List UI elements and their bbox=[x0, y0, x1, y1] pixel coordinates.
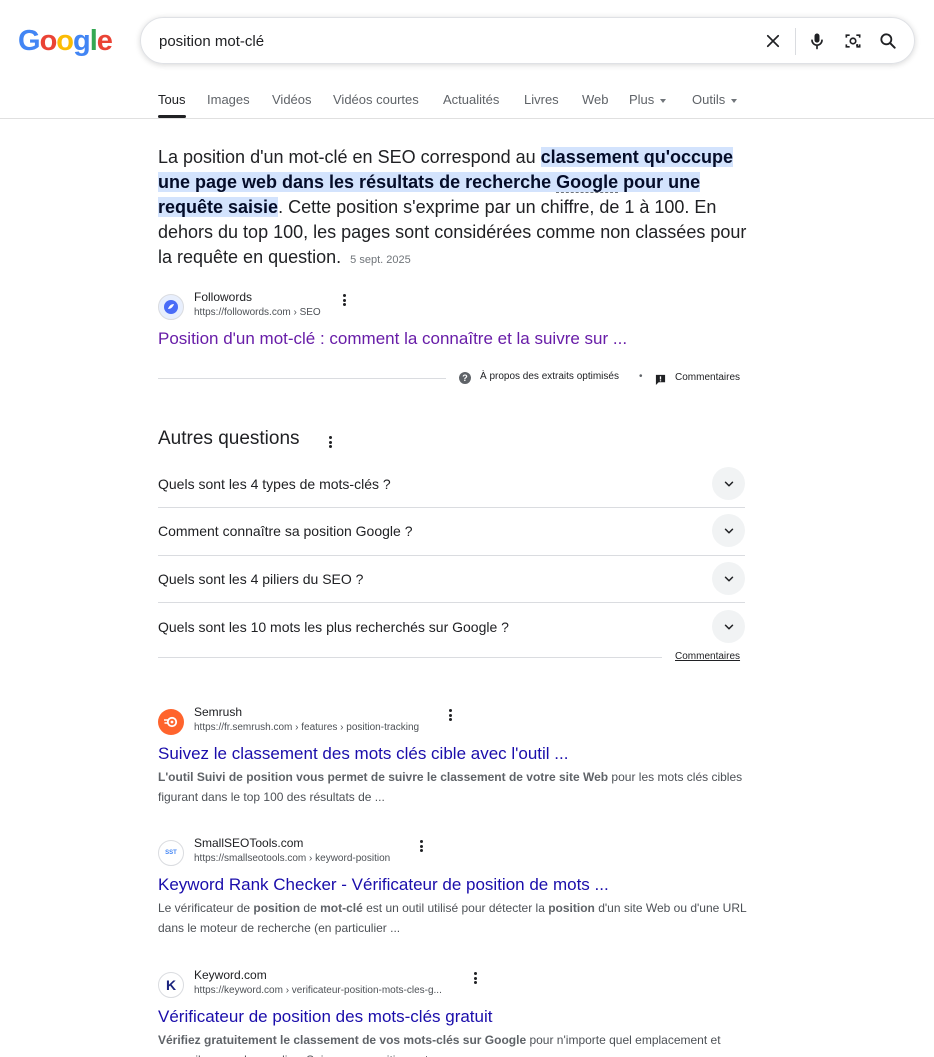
desc-bold: Vérifiez gratuitement le classement de v… bbox=[158, 1033, 527, 1047]
paa-question-text: Quels sont les 10 mots les plus recherch… bbox=[158, 619, 509, 635]
about-snippets-link[interactable]: À propos des extraits optimisés bbox=[480, 371, 619, 382]
tab-plus-label: Plus bbox=[629, 92, 655, 107]
more-options-icon[interactable] bbox=[469, 970, 481, 986]
chevron-down-icon[interactable] bbox=[712, 514, 745, 547]
tab-livres[interactable]: Livres bbox=[524, 92, 559, 107]
paa-title: Autres questions bbox=[158, 428, 332, 450]
more-options-icon[interactable] bbox=[324, 434, 336, 450]
semrush-favicon bbox=[158, 709, 184, 735]
chevron-down-icon[interactable] bbox=[712, 467, 745, 500]
search-input[interactable] bbox=[159, 30, 739, 52]
tab-web[interactable]: Web bbox=[582, 92, 609, 107]
search-result: Semrush https://fr.semrush.com › feature… bbox=[158, 705, 748, 810]
favicon-text: SST bbox=[165, 850, 177, 856]
lens-camera-icon[interactable] bbox=[841, 29, 865, 53]
source-name[interactable]: Followords bbox=[194, 290, 252, 304]
logo-letter: o bbox=[39, 25, 58, 57]
search-box bbox=[140, 17, 915, 64]
paa-question-text: Comment connaître sa position Google ? bbox=[158, 523, 413, 539]
paa-question[interactable]: Comment connaître sa position Google ? bbox=[158, 507, 745, 554]
paa-footer-divider bbox=[158, 657, 662, 658]
featured-result-title[interactable]: Position d'un mot-clé : comment la conna… bbox=[158, 329, 627, 349]
google-logo[interactable]: Google bbox=[18, 25, 113, 58]
tab-outils[interactable]: Outils bbox=[692, 92, 738, 107]
featured-source: Followords https://followords.com › SEO … bbox=[158, 290, 748, 350]
more-options-icon[interactable] bbox=[444, 707, 456, 723]
feedback-link[interactable]: Commentaires bbox=[675, 372, 740, 383]
desc-bold: position bbox=[548, 901, 595, 915]
favicon-text: K bbox=[165, 977, 177, 993]
caret-down-icon bbox=[731, 98, 738, 103]
source-url[interactable]: https://fr.semrush.com › features › posi… bbox=[194, 722, 419, 733]
paa-question[interactable]: Quels sont les 4 types de mots-clés ? bbox=[158, 460, 745, 507]
tab-actualites[interactable]: Actualités bbox=[443, 92, 499, 107]
logo-letter: G bbox=[18, 25, 41, 57]
help-icon[interactable]: ? bbox=[459, 372, 471, 384]
desc-bold: mot-clé bbox=[320, 901, 363, 915]
result-title[interactable]: Vérificateur de position des mots-clés g… bbox=[158, 1007, 493, 1027]
caret-down-icon bbox=[660, 98, 667, 103]
snippet-date: 5 sept. 2025 bbox=[350, 254, 411, 266]
result-description: L'outil Suivi de position vous permet de… bbox=[158, 767, 748, 807]
keyword-com-favicon: K bbox=[158, 972, 184, 998]
result-title[interactable]: Suivez le classement des mots clés cible… bbox=[158, 744, 568, 764]
source-url[interactable]: https://keyword.com › verificateur-posit… bbox=[194, 985, 442, 996]
search-result: K Keyword.com https://keyword.com › veri… bbox=[158, 968, 748, 1057]
tab-tous[interactable]: Tous bbox=[158, 92, 185, 107]
search-icon[interactable] bbox=[876, 29, 900, 53]
separator-dot: • bbox=[639, 371, 643, 382]
logo-letter: o bbox=[56, 25, 74, 57]
close-icon[interactable] bbox=[761, 29, 785, 53]
logo-letter: g bbox=[73, 25, 91, 57]
chevron-down-icon[interactable] bbox=[712, 562, 745, 595]
desc-text: est un outil utilisé pour détecter la bbox=[362, 901, 549, 915]
highlight-link[interactable]: Google bbox=[556, 172, 619, 193]
source-name[interactable]: Semrush bbox=[194, 705, 242, 719]
result-title[interactable]: Keyword Rank Checker - Vérificateur de p… bbox=[158, 875, 609, 895]
logo-letter: e bbox=[96, 25, 113, 57]
paa-question[interactable]: Quels sont les 4 piliers du SEO ? bbox=[158, 555, 745, 602]
desc-text: Le vérificateur de bbox=[158, 901, 254, 915]
search-divider bbox=[795, 28, 796, 55]
tab-images[interactable]: Images bbox=[207, 92, 250, 107]
desc-bold: L'outil Suivi de position vous permet de… bbox=[158, 770, 609, 784]
chevron-down-icon[interactable] bbox=[712, 610, 745, 643]
paa-title-text: Autres questions bbox=[158, 428, 300, 449]
tab-plus[interactable]: Plus bbox=[629, 92, 667, 107]
smallseotools-favicon: SST bbox=[158, 840, 184, 866]
featured-snippet-text: La position d'un mot-clé en SEO correspo… bbox=[158, 145, 748, 273]
source-name[interactable]: Keyword.com bbox=[194, 968, 267, 982]
snippet-text: La position d'un mot-clé en SEO correspo… bbox=[158, 147, 541, 167]
paa-question-text: Quels sont les 4 piliers du SEO ? bbox=[158, 571, 364, 587]
microphone-icon[interactable] bbox=[805, 29, 829, 53]
paa-question-text: Quels sont les 4 types de mots-clés ? bbox=[158, 476, 391, 492]
tab-videos-courtes[interactable]: Vidéos courtes bbox=[333, 92, 419, 107]
result-description: Le vérificateur de position de mot-clé e… bbox=[158, 898, 748, 938]
source-url[interactable]: https://smallseotools.com › keyword-posi… bbox=[194, 853, 390, 864]
paa-feedback-link[interactable]: Commentaires bbox=[675, 651, 740, 662]
feedback-icon[interactable] bbox=[655, 372, 666, 385]
tabs-divider bbox=[0, 118, 934, 119]
paa-question[interactable]: Quels sont les 10 mots les plus recherch… bbox=[158, 603, 745, 650]
result-description: Vérifiez gratuitement le classement de v… bbox=[158, 1030, 748, 1057]
followords-favicon bbox=[158, 294, 184, 320]
more-options-icon[interactable] bbox=[338, 292, 350, 308]
tab-outils-label: Outils bbox=[692, 92, 726, 107]
source-url[interactable]: https://followords.com › SEO bbox=[194, 307, 321, 318]
desc-bold: position bbox=[253, 901, 301, 915]
tab-videos[interactable]: Vidéos bbox=[272, 92, 312, 107]
logo-letter: l bbox=[89, 25, 98, 57]
search-result: SST SmallSEOTools.com https://smallseoto… bbox=[158, 836, 748, 941]
source-name[interactable]: SmallSEOTools.com bbox=[194, 836, 303, 850]
desc-text: de bbox=[300, 901, 321, 915]
more-options-icon[interactable] bbox=[415, 838, 427, 854]
footer-divider bbox=[158, 378, 446, 379]
